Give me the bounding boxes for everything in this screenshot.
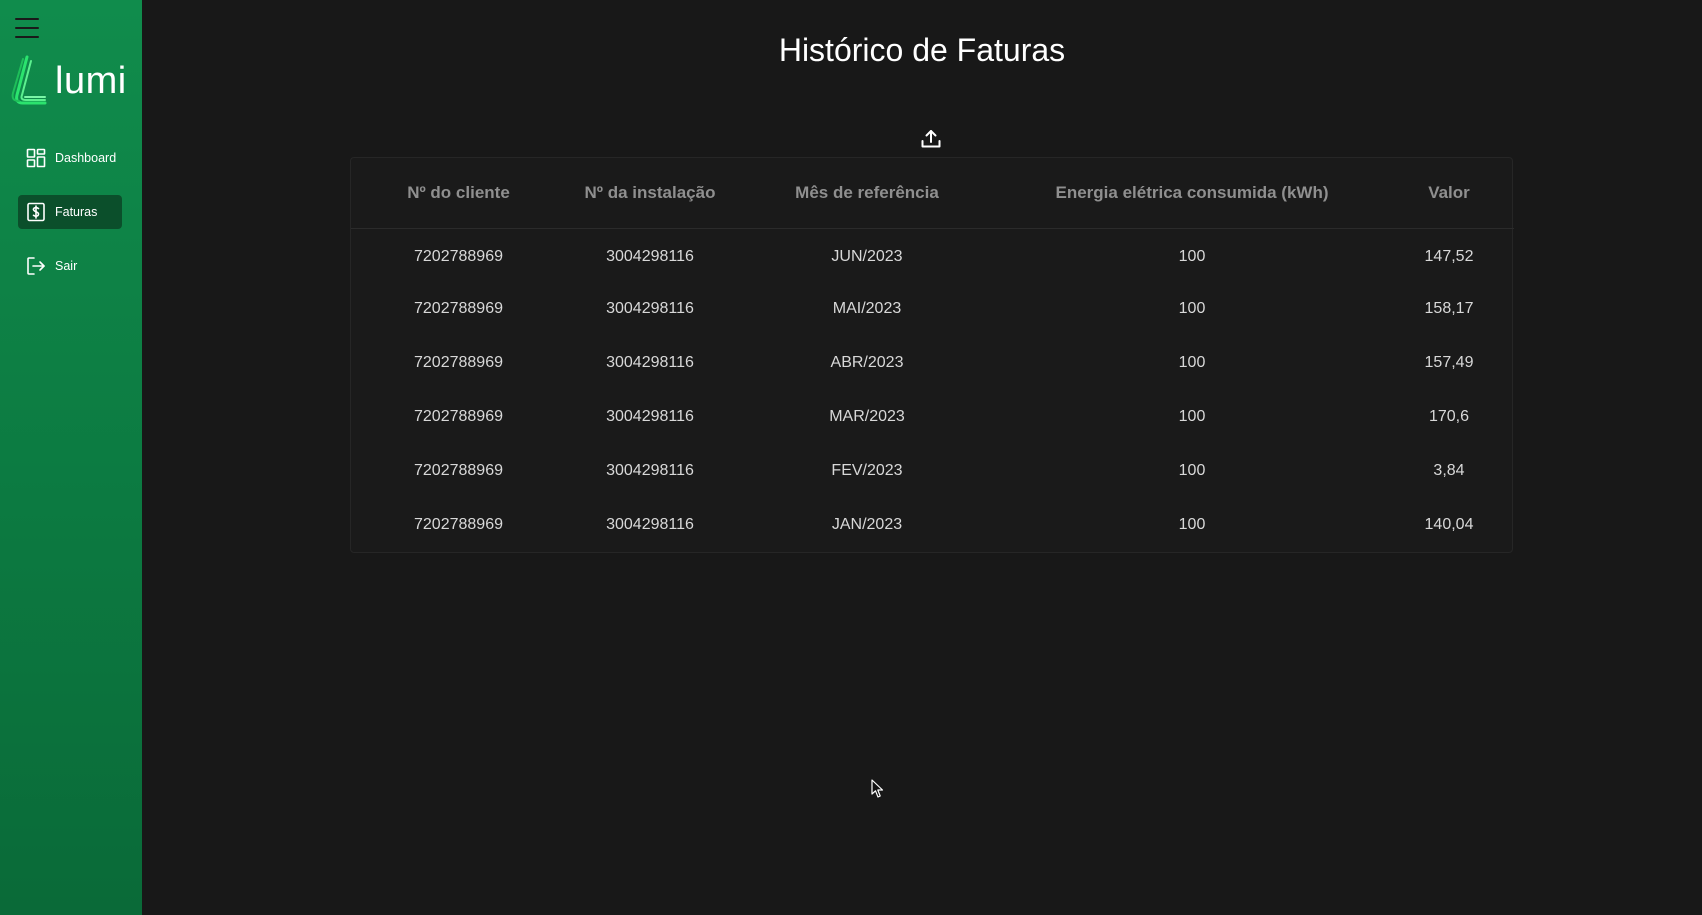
cell-instalacao: 3004298116 [606,516,694,533]
cell-valor: 170,6 [1428,408,1470,425]
cell-energia: 100 [1178,408,1206,425]
cell-valor: 157,49 [1424,354,1474,371]
cell-energia: 100 [1178,516,1206,533]
cell-valor: 158,17 [1424,300,1474,317]
cell-instalacao: 3004298116 [606,248,694,266]
table-row[interactable]: 7202788969 3004298116 JUN/2023 100 147,5… [351,228,1514,282]
sidebar-nav: Dashboard Faturas Sair [18,141,122,303]
cell-valor: 140,04 [1424,516,1474,533]
cell-instalacao: 3004298116 [606,408,694,425]
hamburger-menu-icon[interactable] [14,17,40,39]
cell-valor: 3,84 [1433,462,1465,479]
sidebar-item-label: Sair [55,259,78,273]
main-content: Histórico de Faturas Nº do cliente Nº da… [142,0,1702,915]
logo-text: lumi [55,60,127,102]
sidebar-item-faturas[interactable]: Faturas [18,195,122,229]
cell-energia: 100 [1178,462,1206,479]
table-row[interactable]: 7202788969 3004298116 MAI/2023 100 158,1… [351,282,1514,336]
cell-instalacao: 3004298116 [606,354,694,371]
invoice-table-container: Nº do cliente Nº da instalação Mês de re… [350,157,1514,553]
cell-mes: ABR/2023 [830,354,904,371]
cell-energia: 100 [1178,248,1206,266]
cell-cliente: 7202788969 [414,516,503,533]
cell-cliente: 7202788969 [414,354,503,371]
column-header-energia[interactable]: Energia elétrica consumida (kWh) [1000,158,1384,229]
table-row[interactable]: 7202788969 3004298116 ABR/2023 100 157,4… [351,336,1514,390]
table-row[interactable]: 7202788969 3004298116 FEV/2023 100 3,84 [351,444,1514,498]
cell-cliente: 7202788969 [414,300,503,317]
lumi-logo-mark-icon [11,55,47,105]
page-title: Histórico de Faturas [778,32,1066,68]
column-header-mes[interactable]: Mês de referência [734,158,1000,229]
mouse-cursor-icon [871,779,884,798]
cell-mes: FEV/2023 [831,462,903,479]
invoice-dollar-icon [27,202,45,222]
cell-energia: 100 [1178,354,1206,371]
cell-instalacao: 3004298116 [606,462,694,479]
sidebar-item-label: Dashboard [55,151,117,165]
sidebar-item-sair[interactable]: Sair [18,249,122,283]
cell-valor: 147,52 [1424,248,1474,266]
app-root: lumi Dashboard Faturas Sair Histórico de… [0,0,1702,915]
cell-cliente: 7202788969 [414,462,503,479]
cell-mes: MAR/2023 [829,408,905,425]
cell-mes: JAN/2023 [831,516,903,533]
cell-cliente: 7202788969 [414,248,503,266]
logout-icon [27,257,45,275]
invoice-table: Nº do cliente Nº da instalação Mês de re… [351,158,1514,552]
column-header-cliente[interactable]: Nº do cliente [351,158,566,229]
table-row[interactable]: 7202788969 3004298116 JAN/2023 100 140,0… [351,498,1514,552]
table-header-row: Nº do cliente Nº da instalação Mês de re… [351,158,1514,229]
table-row[interactable]: 7202788969 3004298116 MAR/2023 100 170,6 [351,390,1514,444]
cell-energia: 100 [1178,300,1206,317]
sidebar: lumi Dashboard Faturas Sair [0,0,142,915]
cell-instalacao: 3004298116 [606,300,694,317]
upload-icon[interactable] [919,127,943,151]
sidebar-item-dashboard[interactable]: Dashboard [18,141,122,175]
cell-mes: JUN/2023 [831,248,903,266]
column-header-valor[interactable]: Valor [1384,158,1514,229]
dashboard-grid-icon [26,148,46,168]
column-header-instalacao[interactable]: Nº da instalação [566,158,734,229]
sidebar-item-label: Faturas [55,205,98,219]
cell-cliente: 7202788969 [414,408,503,425]
cell-mes: MAI/2023 [832,300,902,317]
logo: lumi [11,55,127,107]
